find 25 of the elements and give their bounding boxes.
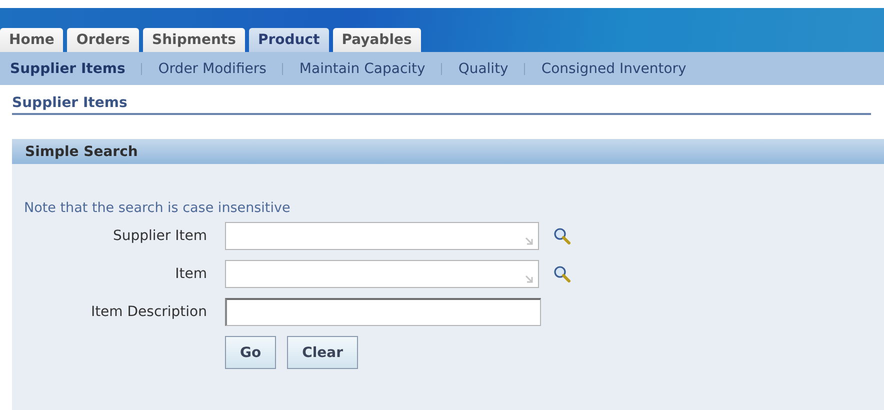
nav-tab[interactable]: Orders xyxy=(67,28,139,52)
field-label: Supplier Item xyxy=(112,228,207,244)
field-label: Item xyxy=(175,266,207,282)
nav-tab[interactable]: Shipments xyxy=(142,28,245,52)
panel-title: Simple Search xyxy=(25,144,138,160)
input-field[interactable] xyxy=(225,222,539,250)
page-title: Supplier Items xyxy=(12,95,128,111)
field-label: Item Description xyxy=(90,304,207,320)
input-field[interactable] xyxy=(225,260,539,288)
subnav-link[interactable]: Order Modifiers xyxy=(158,60,266,76)
subnav-link[interactable]: Quality xyxy=(458,60,508,76)
form-button[interactable]: Clear xyxy=(287,336,358,369)
resize-icon xyxy=(525,275,534,284)
input-field[interactable] xyxy=(225,298,541,326)
search-icon[interactable] xyxy=(553,265,571,283)
search-note: Note that the search is case insensitive xyxy=(24,200,292,216)
nav-tab[interactable]: Product xyxy=(248,28,329,52)
subnav-link[interactable]: Consigned Inventory xyxy=(541,60,686,76)
nav-tab[interactable]: Home xyxy=(0,28,64,52)
subnav-link[interactable]: Supplier Items xyxy=(10,60,126,76)
nav-tab[interactable]: Payables xyxy=(332,28,421,52)
search-icon[interactable] xyxy=(553,227,571,245)
form-button[interactable]: Go xyxy=(225,336,276,369)
resize-icon xyxy=(525,237,534,246)
subnav-link[interactable]: Maintain Capacity xyxy=(299,60,426,76)
